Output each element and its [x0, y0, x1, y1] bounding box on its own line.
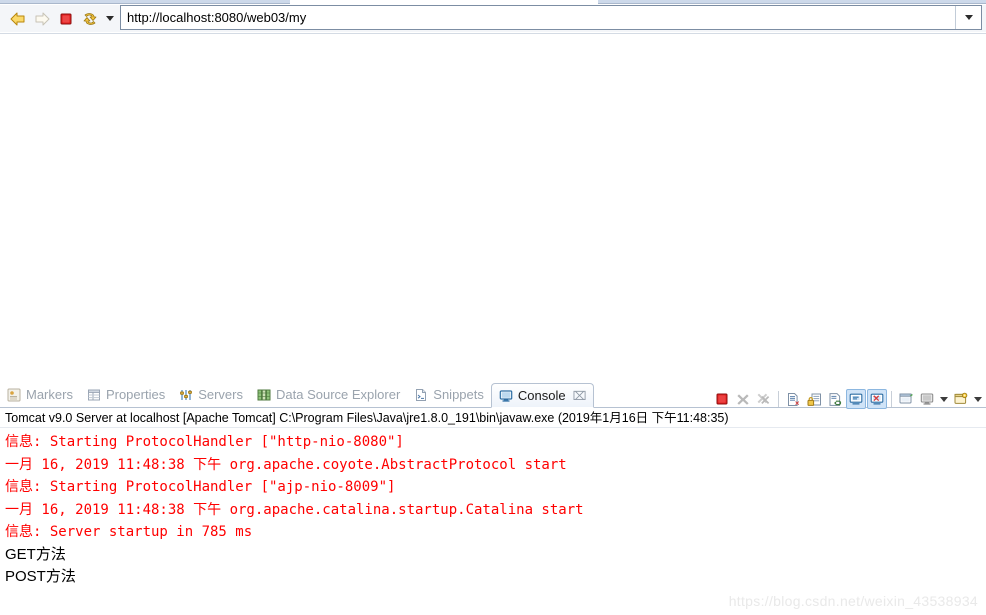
properties-icon — [86, 387, 102, 403]
console-toolbar — [712, 387, 984, 411]
stop-square-icon — [716, 393, 728, 405]
tab-label: Snippets — [433, 387, 484, 402]
open-console-icon — [954, 392, 967, 404]
forward-arrow-icon — [35, 12, 50, 25]
data-source-explorer-icon — [256, 387, 272, 403]
console-process-header: Tomcat v9.0 Server at localhost [Apache … — [0, 409, 986, 428]
chevron-down-icon — [964, 15, 973, 20]
open-console-button[interactable] — [951, 389, 971, 409]
tab-servers[interactable]: Servers — [172, 382, 250, 407]
watermark: https://blog.csdn.net/weixin_43538934 — [728, 593, 978, 609]
show-console-out-icon — [849, 393, 863, 405]
clear-console-button[interactable] — [783, 389, 803, 409]
tab-snippets[interactable]: Snippets — [407, 382, 491, 407]
clear-console-icon — [787, 392, 799, 406]
editor-tab-strip-gap — [290, 0, 598, 4]
editor-tab-strip-right — [598, 0, 986, 4]
chevron-down-icon — [106, 16, 114, 21]
refresh-button[interactable] — [78, 8, 102, 30]
display-selected-console-button[interactable] — [917, 389, 937, 409]
pin-console-icon — [899, 393, 913, 404]
console-line: 一月 16, 2019 11:48:38 下午 org.apache.coyot… — [5, 456, 567, 473]
remove-all-terminated-button[interactable] — [754, 389, 774, 409]
console-view: Markers Properties Servers Data Source E… — [0, 378, 986, 615]
display-console-menu-caret[interactable] — [938, 389, 950, 409]
address-bar[interactable] — [120, 5, 982, 30]
open-console-menu-caret[interactable] — [972, 389, 984, 409]
back-arrow-icon — [10, 12, 25, 25]
back-button[interactable] — [6, 8, 30, 30]
console-line: 信息: Starting ProtocolHandler ["http-nio-… — [5, 434, 404, 450]
markers-icon — [6, 387, 22, 403]
console-line: POST方法 — [5, 568, 76, 585]
separator-1 — [778, 391, 779, 407]
separator-2 — [891, 391, 892, 407]
remove-x-icon — [737, 394, 749, 405]
scroll-lock-icon — [807, 393, 821, 406]
console-output[interactable]: 信息: Starting ProtocolHandler ["http-nio-… — [0, 429, 986, 615]
tab-label: Markers — [26, 387, 73, 402]
console-line: 一月 16, 2019 11:48:38 下午 org.apache.catal… — [5, 501, 584, 518]
eclipse-ide-window: Markers Properties — [0, 0, 986, 615]
view-tab-bar: Markers Properties Servers Data Source E… — [0, 382, 986, 411]
tab-data-source-explorer[interactable]: Data Source Explorer — [250, 382, 407, 407]
snippets-icon — [413, 387, 429, 403]
forward-button[interactable] — [30, 8, 54, 30]
stop-icon — [60, 13, 72, 24]
tab-label: Properties — [105, 387, 166, 402]
editor-tab-strip-left — [0, 0, 290, 4]
display-console-icon — [920, 393, 934, 405]
chevron-down-icon — [974, 396, 982, 402]
servers-icon — [178, 387, 194, 403]
address-history-dropdown[interactable] — [955, 6, 981, 29]
browser-page-area[interactable] — [0, 33, 986, 378]
console-icon — [498, 388, 514, 404]
chevron-down-icon — [940, 396, 948, 402]
close-icon[interactable]: ⌧ — [573, 390, 587, 402]
show-console-on-output-button[interactable] — [846, 389, 866, 409]
console-line: 信息: Server startup in 785 ms — [5, 524, 253, 540]
console-line: 信息: Starting ProtocolHandler ["ajp-nio-8… — [5, 479, 396, 495]
remove-all-x-icon — [757, 393, 770, 404]
browser-toolbar-menu-button[interactable] — [102, 8, 118, 30]
show-console-on-error-button[interactable] — [867, 389, 887, 409]
terminate-button[interactable] — [712, 389, 732, 409]
tab-console[interactable]: Console ⌧ — [490, 383, 595, 408]
tab-properties[interactable]: Properties — [80, 382, 172, 407]
tab-label: Console — [517, 388, 566, 403]
tab-label: Data Source Explorer — [276, 387, 401, 402]
pin-console-button[interactable] — [896, 389, 916, 409]
stop-button[interactable] — [54, 8, 78, 30]
tab-markers[interactable]: Markers — [0, 382, 80, 407]
remove-launch-button[interactable] — [733, 389, 753, 409]
word-wrap-button[interactable] — [825, 389, 845, 409]
word-wrap-icon — [829, 392, 841, 406]
show-console-err-icon — [870, 393, 884, 405]
tab-label: Servers — [198, 387, 243, 402]
console-line: GET方法 — [5, 545, 66, 563]
refresh-icon — [83, 12, 97, 25]
address-input[interactable] — [121, 9, 955, 26]
scroll-lock-button[interactable] — [804, 389, 824, 409]
